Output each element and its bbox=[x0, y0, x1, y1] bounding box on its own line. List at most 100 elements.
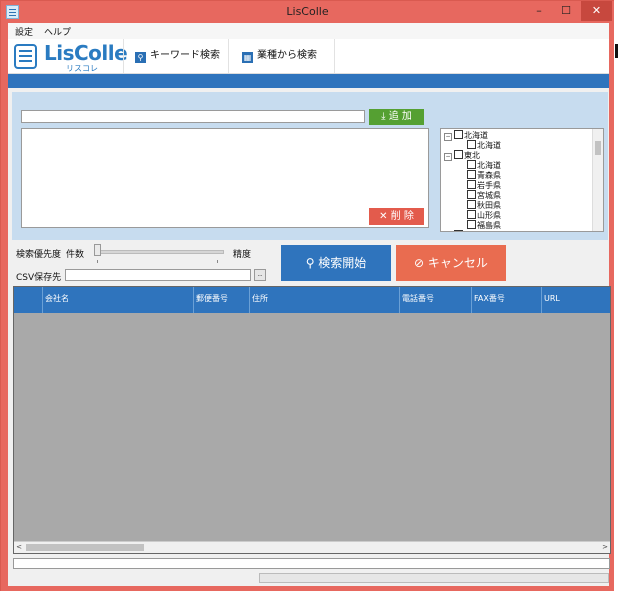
cancel-button[interactable]: ⊘ キャンセル bbox=[396, 245, 506, 281]
search-start-label: 検索開始 bbox=[318, 256, 367, 270]
checkbox[interactable] bbox=[467, 180, 476, 189]
results-grid[interactable]: 会社名 郵便番号 住所 電話番号 FAX番号 URL < > bbox=[13, 286, 611, 554]
tree-node-label: 岩手県 bbox=[477, 181, 501, 190]
tree-node-label: 北海道 bbox=[477, 141, 501, 150]
search-panel: ⤓ 追 加 ✕ 削 除 − 北海道 北海道 − 東北 北海道 青森県 岩手県 宮城県… bbox=[12, 92, 608, 240]
grid-horizontal-scrollbar[interactable]: < > bbox=[14, 541, 610, 553]
csv-label: CSV保存先 bbox=[16, 273, 62, 283]
priority-slider-thumb[interactable] bbox=[94, 244, 101, 256]
menu-settings[interactable]: 設定 bbox=[15, 25, 33, 38]
tree-node-label: 東北 bbox=[464, 151, 480, 160]
search-start-button[interactable]: ⚲ 検索開始 bbox=[281, 245, 391, 281]
priority-count-label: 件数 bbox=[66, 250, 85, 260]
priority-accuracy-label: 精度 bbox=[233, 250, 252, 260]
keyword-list[interactable] bbox=[21, 128, 429, 228]
toolbar-divider bbox=[228, 39, 229, 73]
keyword-search-label: キーワード検索 bbox=[150, 50, 220, 61]
csv-path-input[interactable] bbox=[65, 269, 251, 281]
industry-search-label: 業種から検索 bbox=[257, 50, 317, 61]
browse-button[interactable]: .. bbox=[254, 269, 266, 281]
column-header-phone[interactable]: 電話番号 bbox=[399, 287, 471, 313]
industry-search-tab[interactable]: ▦ 業種から検索 bbox=[242, 48, 317, 64]
close-icon: ✕ bbox=[379, 211, 391, 222]
logo-text: LisColle bbox=[44, 41, 128, 65]
background-window-edge bbox=[614, 0, 623, 597]
add-button[interactable]: ⤓ 追 加 bbox=[369, 109, 424, 125]
tree-node[interactable]: 北海道 bbox=[467, 160, 501, 170]
column-header-url[interactable]: URL bbox=[541, 287, 610, 313]
scroll-left-icon[interactable]: < bbox=[14, 542, 24, 553]
checkbox[interactable] bbox=[454, 130, 463, 139]
tree-node[interactable]: 宮城県 bbox=[467, 190, 501, 200]
column-header-fax[interactable]: FAX番号 bbox=[471, 287, 541, 313]
toolbar: LisColle リスコレ ⚲ キーワード検索 ▦ 業種から検索 bbox=[8, 39, 609, 74]
add-button-label: 追 加 bbox=[388, 111, 412, 122]
tree-node-label: 宮城県 bbox=[477, 191, 501, 200]
slider-tick bbox=[97, 260, 98, 263]
close-button[interactable]: ✕ bbox=[581, 1, 612, 21]
checkbox[interactable] bbox=[454, 150, 463, 159]
slider-tick bbox=[217, 260, 218, 263]
section-header-bar bbox=[8, 74, 609, 88]
search-icon: ⚲ bbox=[305, 256, 319, 270]
scroll-right-icon[interactable]: > bbox=[600, 542, 610, 553]
delete-button[interactable]: ✕ 削 除 bbox=[369, 208, 424, 225]
collapse-icon[interactable]: − bbox=[444, 133, 452, 141]
priority-slider-track[interactable] bbox=[94, 250, 224, 254]
logo-subtitle: リスコレ bbox=[66, 64, 98, 73]
priority-label: 検索優先度 bbox=[16, 250, 62, 260]
scroll-thumb[interactable] bbox=[595, 141, 601, 155]
search-icon: ⚲ bbox=[135, 52, 146, 63]
app-window: LisColle – ☐ ✕ 設定 ヘルプ LisColle リスコレ ⚲ キーワ… bbox=[0, 0, 615, 592]
download-icon: ⤓ bbox=[381, 111, 389, 122]
toolbar-divider bbox=[334, 39, 335, 73]
column-header-address[interactable]: 住所 bbox=[249, 287, 399, 313]
list-logo-icon bbox=[14, 44, 37, 69]
cancel-label: キャンセル bbox=[427, 256, 488, 270]
collapse-icon[interactable]: − bbox=[444, 153, 452, 161]
tree-node[interactable]: − 北海道 bbox=[444, 130, 488, 141]
scroll-thumb[interactable] bbox=[26, 544, 144, 551]
tree-node-label: 北海道 bbox=[477, 161, 501, 170]
client-area: 設定 ヘルプ LisColle リスコレ ⚲ キーワード検索 ▦ 業種から検索 ⤓ … bbox=[8, 23, 611, 586]
delete-button-label: 削 除 bbox=[390, 211, 414, 222]
grid-header: 会社名 郵便番号 住所 電話番号 FAX番号 URL bbox=[14, 287, 610, 313]
background-window-edge-bottom bbox=[0, 591, 623, 597]
checkbox[interactable] bbox=[467, 140, 476, 149]
tree-node-label: 北海道 bbox=[464, 131, 488, 140]
grid-icon: ▦ bbox=[242, 52, 253, 63]
toolbar-divider bbox=[123, 39, 124, 73]
window-title: LisColle bbox=[286, 5, 329, 18]
tree-scrollbar[interactable] bbox=[592, 129, 603, 231]
checkbox[interactable] bbox=[467, 200, 476, 209]
checkbox[interactable] bbox=[467, 160, 476, 169]
checkbox[interactable] bbox=[467, 190, 476, 199]
keyword-input[interactable] bbox=[21, 110, 365, 123]
column-header-postal[interactable]: 郵便番号 bbox=[193, 287, 249, 313]
background-mark bbox=[615, 44, 618, 58]
tree-node-label: 福島県 bbox=[477, 221, 501, 230]
cancel-icon: ⊘ bbox=[414, 256, 428, 270]
checkbox[interactable] bbox=[454, 230, 463, 231]
tree-node[interactable]: 山形県 bbox=[467, 210, 501, 220]
tree-node[interactable]: − 東北 bbox=[444, 150, 480, 161]
keyword-search-tab[interactable]: ⚲ キーワード検索 bbox=[135, 48, 220, 64]
tree-node[interactable]: 青森県 bbox=[467, 170, 501, 180]
checkbox[interactable] bbox=[467, 220, 476, 229]
status-field bbox=[13, 558, 610, 569]
maximize-button[interactable]: ☐ bbox=[553, 1, 579, 21]
checkbox[interactable] bbox=[467, 210, 476, 219]
tree-node[interactable]: 秋田県 bbox=[467, 200, 501, 210]
minimize-button[interactable]: – bbox=[526, 1, 552, 21]
column-header-company[interactable]: 会社名 bbox=[42, 287, 193, 313]
checkbox[interactable] bbox=[467, 170, 476, 179]
tree-node[interactable]: 福島県 bbox=[467, 220, 501, 230]
tree-node[interactable]: +関東 bbox=[444, 230, 480, 232]
tree-node-label: 秋田県 bbox=[477, 201, 501, 210]
tree-node[interactable]: 北海道 bbox=[467, 140, 501, 150]
column-header-selector[interactable] bbox=[14, 287, 42, 313]
menu-help[interactable]: ヘルプ bbox=[44, 25, 71, 38]
tree-node-label: 関東 bbox=[464, 231, 480, 232]
region-tree[interactable]: − 北海道 北海道 − 東北 北海道 青森県 岩手県 宮城県 秋田県 山形県 福島県… bbox=[440, 128, 604, 232]
tree-node[interactable]: 岩手県 bbox=[467, 180, 501, 190]
